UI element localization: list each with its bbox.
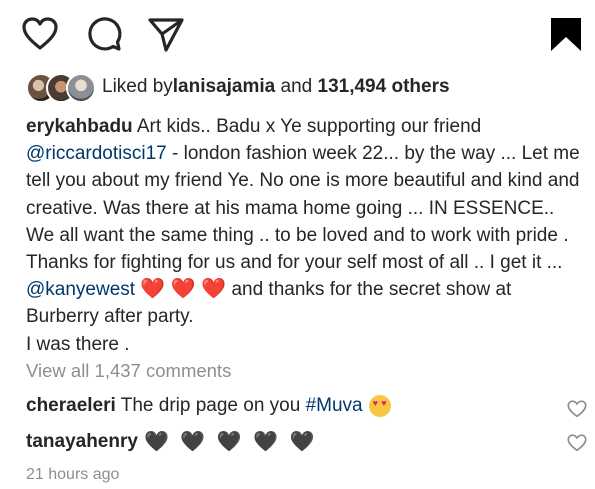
likes-prefix: Liked by [102, 76, 173, 97]
caption-paragraph: erykahbadu Art kids.. Badu x Ye supporti… [26, 113, 581, 331]
post-actions-bar [0, 0, 595, 70]
caption-line: I was there . [26, 333, 130, 355]
avatar [66, 73, 96, 103]
likes-middle: and [275, 76, 318, 97]
post-caption: erykahbadu Art kids.. Badu x Ye supporti… [26, 113, 581, 358]
hashtag-muva[interactable]: #Muva [306, 395, 363, 417]
view-all-comments-link[interactable]: View all 1,437 comments [26, 360, 231, 382]
heart-icon[interactable] [20, 14, 60, 54]
comment-row: tanayahenry 🖤 🖤 🖤 🖤 🖤 [26, 429, 318, 454]
caption-username[interactable]: erykahbadu [26, 116, 133, 137]
comment-like-heart-icon[interactable] [566, 432, 588, 454]
bookmark-filled-icon[interactable] [546, 14, 586, 54]
post-timestamp: 21 hours ago [26, 466, 120, 483]
mention-riccardotisci17[interactable]: @riccardotisci17 [26, 143, 167, 164]
mention-kanyewest[interactable]: @kanyewest [26, 279, 135, 300]
comment-row: cheraeleri The drip page on you #Muva [26, 395, 391, 417]
heart-eyes-emoji [368, 395, 391, 417]
comment-username[interactable]: cheraeleri [26, 395, 116, 417]
comment-bubble-icon[interactable] [84, 14, 124, 54]
comment-like-heart-icon[interactable] [566, 398, 588, 420]
red-hearts-emoji: ❤️ ❤️ ❤️ [140, 278, 227, 301]
black-hearts-emoji: 🖤 🖤 🖤 🖤 🖤 [143, 431, 318, 453]
likes-row: Liked by lanisajamia and 131,494 others [26, 72, 450, 103]
comment-username[interactable]: tanayahenry [26, 431, 138, 453]
likes-count-link[interactable]: 131,494 others [318, 76, 450, 98]
liked-by-username[interactable]: lanisajamia [173, 76, 275, 98]
caption-text: Art kids.. Badu x Ye supporting our frie… [132, 116, 482, 137]
liker-avatars[interactable] [26, 73, 96, 103]
paper-plane-icon[interactable] [146, 14, 186, 54]
comment-text: The drip page on you [115, 395, 306, 416]
